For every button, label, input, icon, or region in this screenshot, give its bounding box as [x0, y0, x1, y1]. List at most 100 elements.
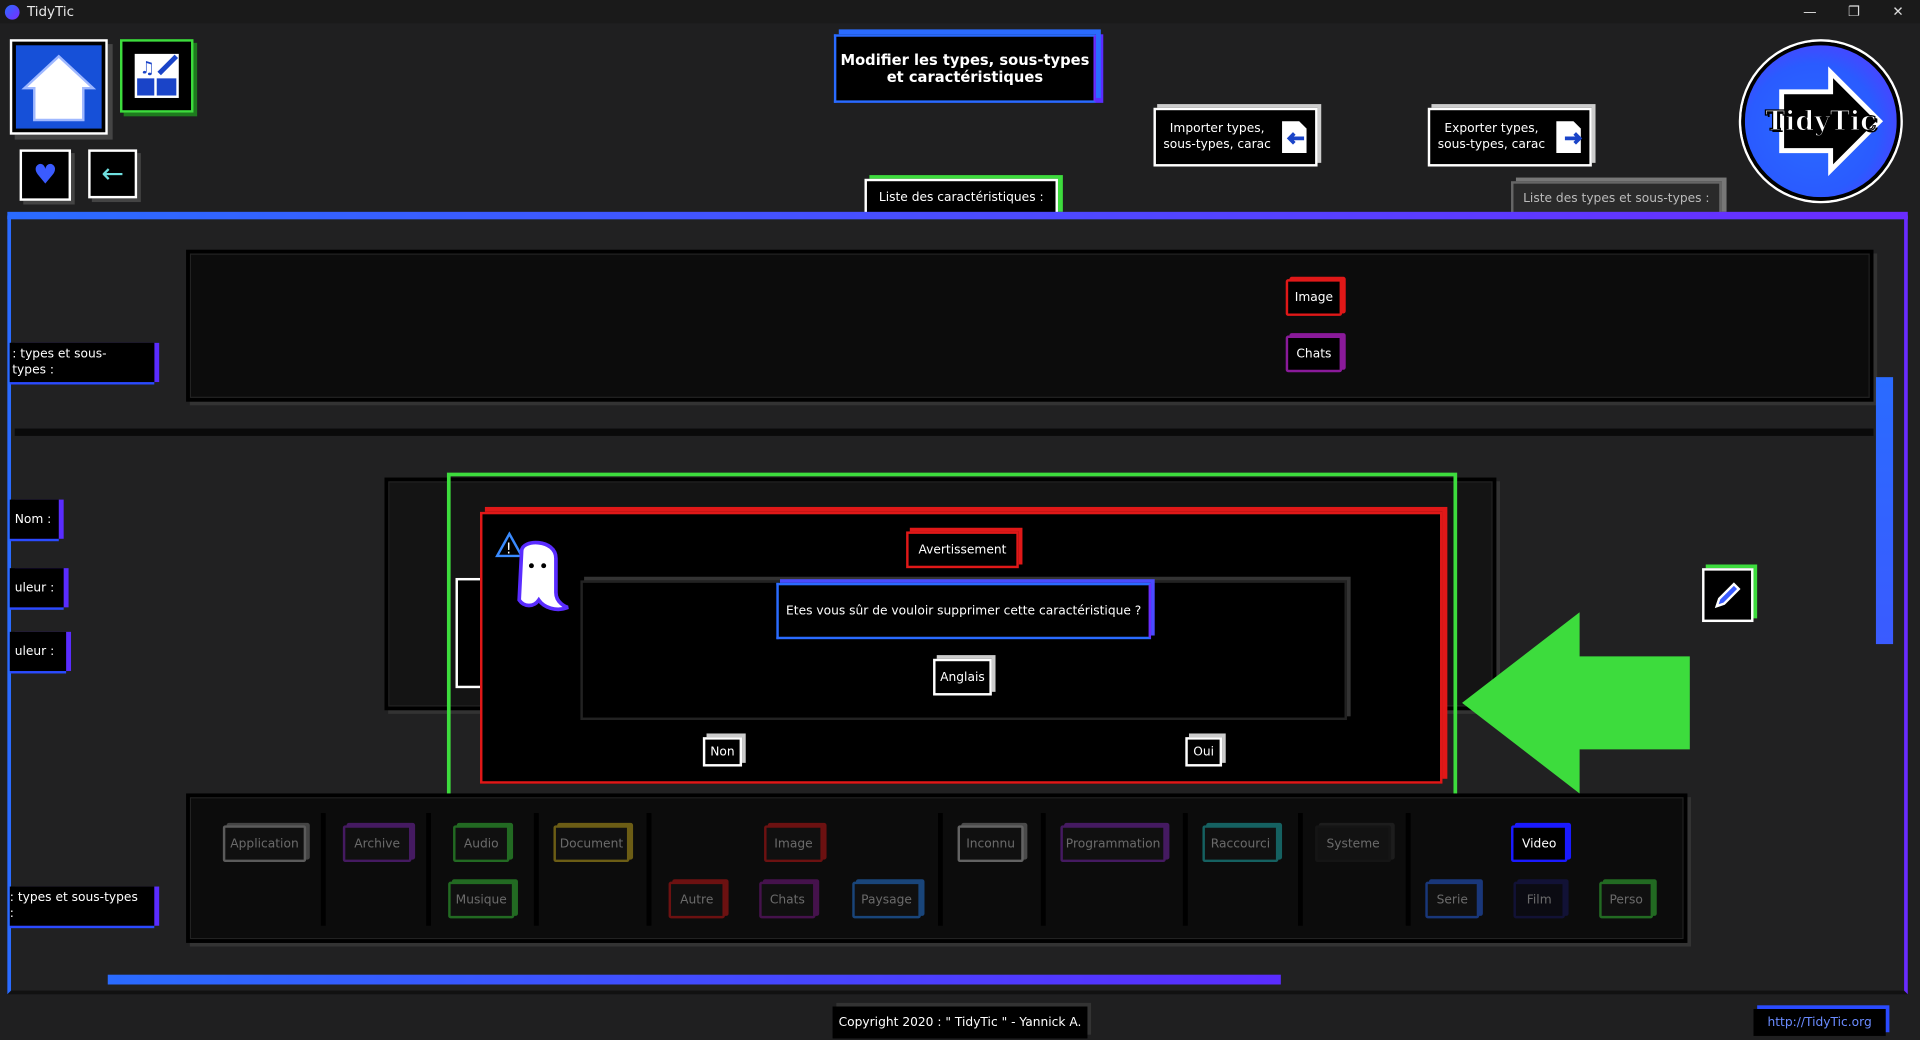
warning-dialog: Avertissement ! Etes vous sûr de vouloir…: [480, 511, 1443, 784]
export-label-line2: sous-types, carac: [1437, 138, 1546, 152]
subtype-chip-film[interactable]: Film: [1513, 881, 1565, 919]
type-chip-audio-label: Audio: [463, 836, 499, 851]
page-title-line1: Modifier les types, sous-types: [840, 51, 1090, 69]
type-chip-raccourci[interactable]: Raccourci: [1202, 825, 1279, 863]
dialog-question-text: Etes vous sûr de vouloir supprimer cette…: [786, 604, 1142, 618]
column-divider: [937, 813, 943, 926]
media-editor-button[interactable]: ♫: [120, 39, 194, 113]
no-button[interactable]: Non: [702, 737, 743, 767]
dialog-item-text: Anglais: [940, 670, 985, 684]
import-file-icon: [1282, 121, 1307, 154]
import-button[interactable]: Importer types, sous-types, carac: [1153, 107, 1318, 167]
back-arrow-icon: ←: [101, 158, 124, 190]
type-chip-archive[interactable]: Archive: [342, 825, 412, 863]
type-chip-programmation[interactable]: Programmation: [1060, 825, 1166, 863]
type-chip-audio[interactable]: Audio: [453, 825, 510, 863]
home-icon: [15, 45, 102, 129]
import-label-line1: Importer types,: [1169, 122, 1265, 136]
top-list-label-text: : types et sous-types :: [12, 347, 107, 378]
back-button[interactable]: ←: [88, 149, 138, 199]
subtype-chip-chats-label: Chats: [769, 893, 805, 907]
top-list-panel: [186, 249, 1874, 402]
type-chip-inconnu[interactable]: Inconnu: [957, 825, 1024, 863]
column-divider: [646, 813, 652, 926]
subtype-chip-chats[interactable]: Chats: [759, 881, 816, 919]
type-chip-application[interactable]: Application: [222, 825, 307, 863]
column-divider: [1405, 813, 1411, 926]
footer-copyright-text: Copyright 2020 : " TidyTic " - Yannick A…: [838, 1015, 1082, 1030]
export-button[interactable]: Exporter types, sous-types, carac: [1427, 107, 1592, 167]
main-frame-topline: [7, 211, 1908, 220]
subtype-chip-serie-label: Serie: [1436, 893, 1468, 907]
bottom-list-label-text: : types et sous-types :: [9, 891, 138, 921]
field-label-couleur-2: uleur :: [9, 631, 67, 672]
dialog-item: Anglais: [933, 658, 992, 696]
home-button[interactable]: [9, 39, 108, 135]
column-divider: [1040, 813, 1046, 926]
import-label-line2: sous-types, carac: [1163, 138, 1271, 152]
subtype-chip-autre[interactable]: Autre: [668, 881, 725, 919]
subtype-chip-perso-label: Perso: [1609, 893, 1643, 907]
media-edit-icon: ♫: [134, 53, 179, 98]
export-label-line1: Exporter types,: [1444, 122, 1539, 136]
edit-button[interactable]: [1702, 568, 1754, 623]
type-chip-musique[interactable]: Musique: [448, 881, 515, 919]
tab-characteristics-label: Liste des caractéristiques :: [878, 190, 1044, 204]
yes-button[interactable]: Oui: [1185, 737, 1223, 767]
subtype-chip-film-label: Film: [1526, 893, 1552, 907]
favorites-button[interactable]: ♥: [19, 149, 72, 201]
minimize-icon[interactable]: —: [1788, 0, 1832, 23]
type-chip-document-label: Document: [559, 836, 624, 851]
field-label-couleur-2-text: uleur :: [14, 644, 55, 659]
green-arrow-icon: [1462, 612, 1690, 794]
type-chip-video[interactable]: Video: [1511, 825, 1568, 863]
heart-icon: ♥: [33, 159, 58, 191]
type-chip-programmation-label: Programmation: [1065, 836, 1161, 851]
top-list-label: : types et sous-types :: [9, 342, 155, 383]
tab-types[interactable]: Liste des types et sous-types :: [1511, 181, 1722, 216]
field-label-nom-text: Nom :: [14, 512, 52, 526]
column-divider: [533, 813, 539, 926]
yes-button-label: Oui: [1193, 745, 1215, 759]
subtype-chip-perso[interactable]: Perso: [1599, 881, 1654, 919]
tab-characteristics[interactable]: Liste des caractéristiques :: [864, 178, 1058, 216]
app-icon: [4, 4, 20, 19]
field-label-couleur-1: uleur :: [9, 568, 64, 608]
type-chip-document[interactable]: Document: [553, 825, 630, 863]
type-chip-image[interactable]: Image: [764, 825, 823, 863]
type-chip-application-label: Application: [230, 836, 299, 851]
dialog-question: Etes vous sûr de vouloir supprimer cette…: [776, 582, 1152, 640]
section-divider: [14, 428, 1874, 436]
type-chip-systeme-label: Systeme: [1326, 836, 1380, 851]
type-chip-inconnu-label: Inconnu: [966, 836, 1016, 851]
type-chip-musique-label: Musique: [455, 893, 507, 907]
type-chip-systeme[interactable]: Systeme: [1315, 825, 1392, 863]
bottom-list-label: : types et sous-types :: [9, 886, 155, 926]
horizontal-scrollbar[interactable]: [107, 974, 1281, 985]
column-divider: [1182, 813, 1188, 926]
no-button-label: Non: [710, 745, 735, 759]
tab-types-label: Liste des types et sous-types :: [1523, 191, 1710, 206]
top-chip-chats[interactable]: Chats: [1285, 335, 1343, 373]
vertical-scrollbar[interactable]: [1875, 377, 1894, 645]
close-icon[interactable]: ✕: [1876, 0, 1920, 23]
dialog-title-text: Avertissement: [918, 543, 1007, 557]
field-label-nom: Nom :: [9, 499, 59, 539]
footer-url-link[interactable]: http://TidyTic.org: [1753, 1008, 1886, 1036]
restore-icon[interactable]: ❐: [1832, 0, 1876, 23]
bottom-types-panel: [186, 793, 1688, 943]
pencil-icon: [1714, 582, 1741, 609]
type-chip-archive-label: Archive: [354, 836, 401, 851]
subtype-chip-autre-label: Autre: [680, 893, 714, 907]
footer-copyright: Copyright 2020 : " TidyTic " - Yannick A…: [832, 1006, 1088, 1039]
page-title-line2: et caractéristiques: [886, 68, 1044, 86]
logo-text: TidyTic: [1764, 105, 1877, 138]
tidytic-logo: TidyTic: [1741, 41, 1901, 201]
field-label-couleur-1-text: uleur :: [14, 581, 55, 595]
subtype-chip-serie[interactable]: Serie: [1425, 881, 1480, 919]
page-title: Modifier les types, sous-types et caract…: [833, 34, 1096, 103]
top-chip-image[interactable]: Image: [1285, 279, 1343, 316]
top-chip-chats-label: Chats: [1296, 347, 1332, 361]
window-titlebar: TidyTic — ❐ ✕: [0, 0, 1920, 24]
subtype-chip-paysage[interactable]: Paysage: [852, 881, 921, 919]
